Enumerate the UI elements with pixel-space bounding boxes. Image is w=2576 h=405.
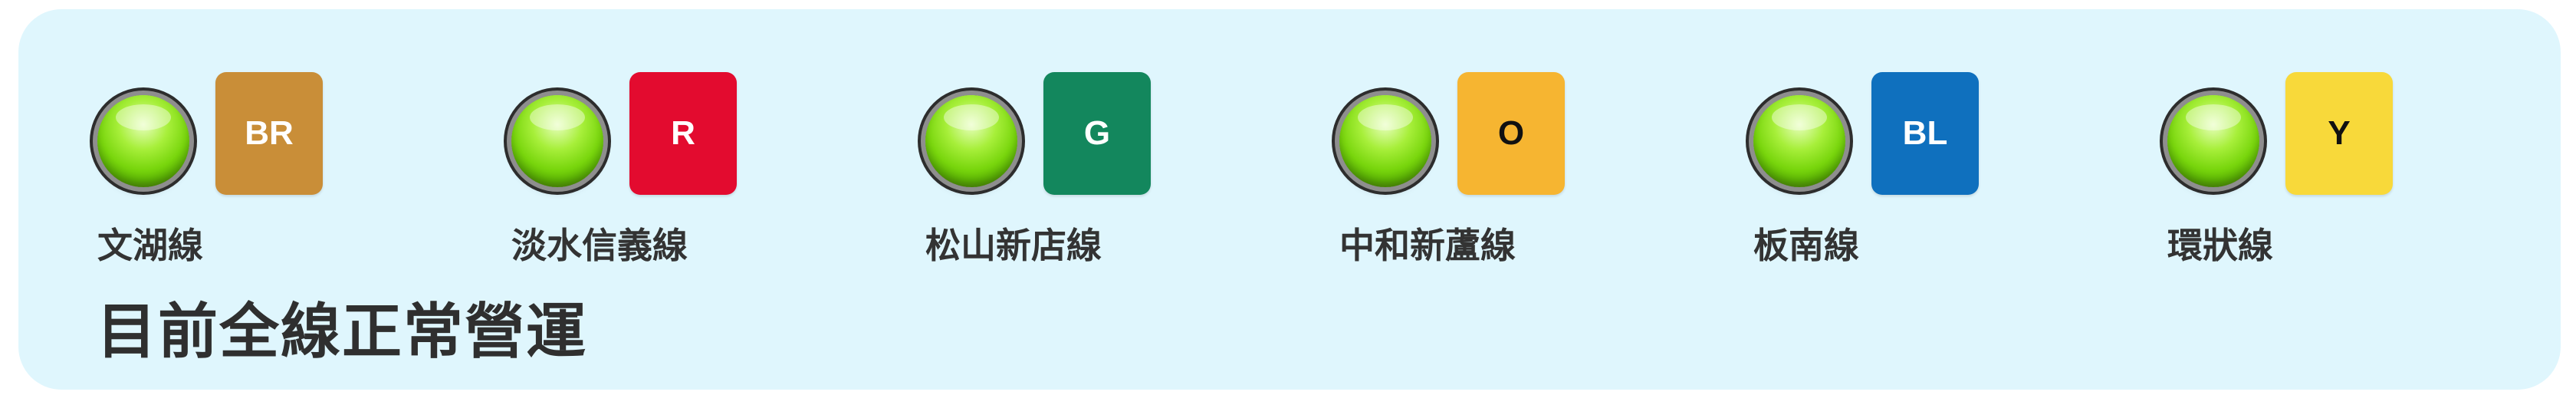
line-name: 文湖線 bbox=[97, 225, 203, 266]
line-item-red: R 淡水信義線 bbox=[472, 72, 778, 287]
line-name: 環狀線 bbox=[2167, 225, 2273, 266]
line-item-blue: BL 板南線 bbox=[1714, 72, 2020, 287]
service-status-message: 目前全線正常營運 bbox=[97, 298, 588, 367]
line-name: 板南線 bbox=[1753, 225, 1859, 266]
metro-status-panel: BR 文湖線 R 淡水信義線 G 松山新店線 O 中和新蘆線 BL 板南線 Y … bbox=[18, 9, 2561, 390]
line-item-yellow: Y 環狀線 bbox=[2128, 72, 2434, 287]
line-name: 松山新店線 bbox=[925, 225, 1102, 266]
line-name: 淡水信義線 bbox=[511, 225, 688, 266]
line-item-brown: BR 文湖線 bbox=[58, 72, 364, 287]
line-code-badge: BR bbox=[215, 72, 323, 195]
line-code-badge: G bbox=[1043, 72, 1151, 195]
line-item-orange: O 中和新蘆線 bbox=[1300, 72, 1606, 287]
green-status-light-icon bbox=[1753, 95, 1845, 187]
green-status-light-icon bbox=[2167, 95, 2259, 187]
line-code-badge: BL bbox=[1871, 72, 1979, 195]
line-name: 中和新蘆線 bbox=[1339, 225, 1516, 266]
green-status-light-icon bbox=[1339, 95, 1431, 187]
line-item-green: G 松山新店線 bbox=[886, 72, 1192, 287]
green-status-light-icon bbox=[511, 95, 603, 187]
green-status-light-icon bbox=[925, 95, 1017, 187]
line-code-badge: O bbox=[1457, 72, 1565, 195]
line-code-badge: Y bbox=[2285, 72, 2393, 195]
line-code-badge: R bbox=[629, 72, 737, 195]
green-status-light-icon bbox=[97, 95, 189, 187]
